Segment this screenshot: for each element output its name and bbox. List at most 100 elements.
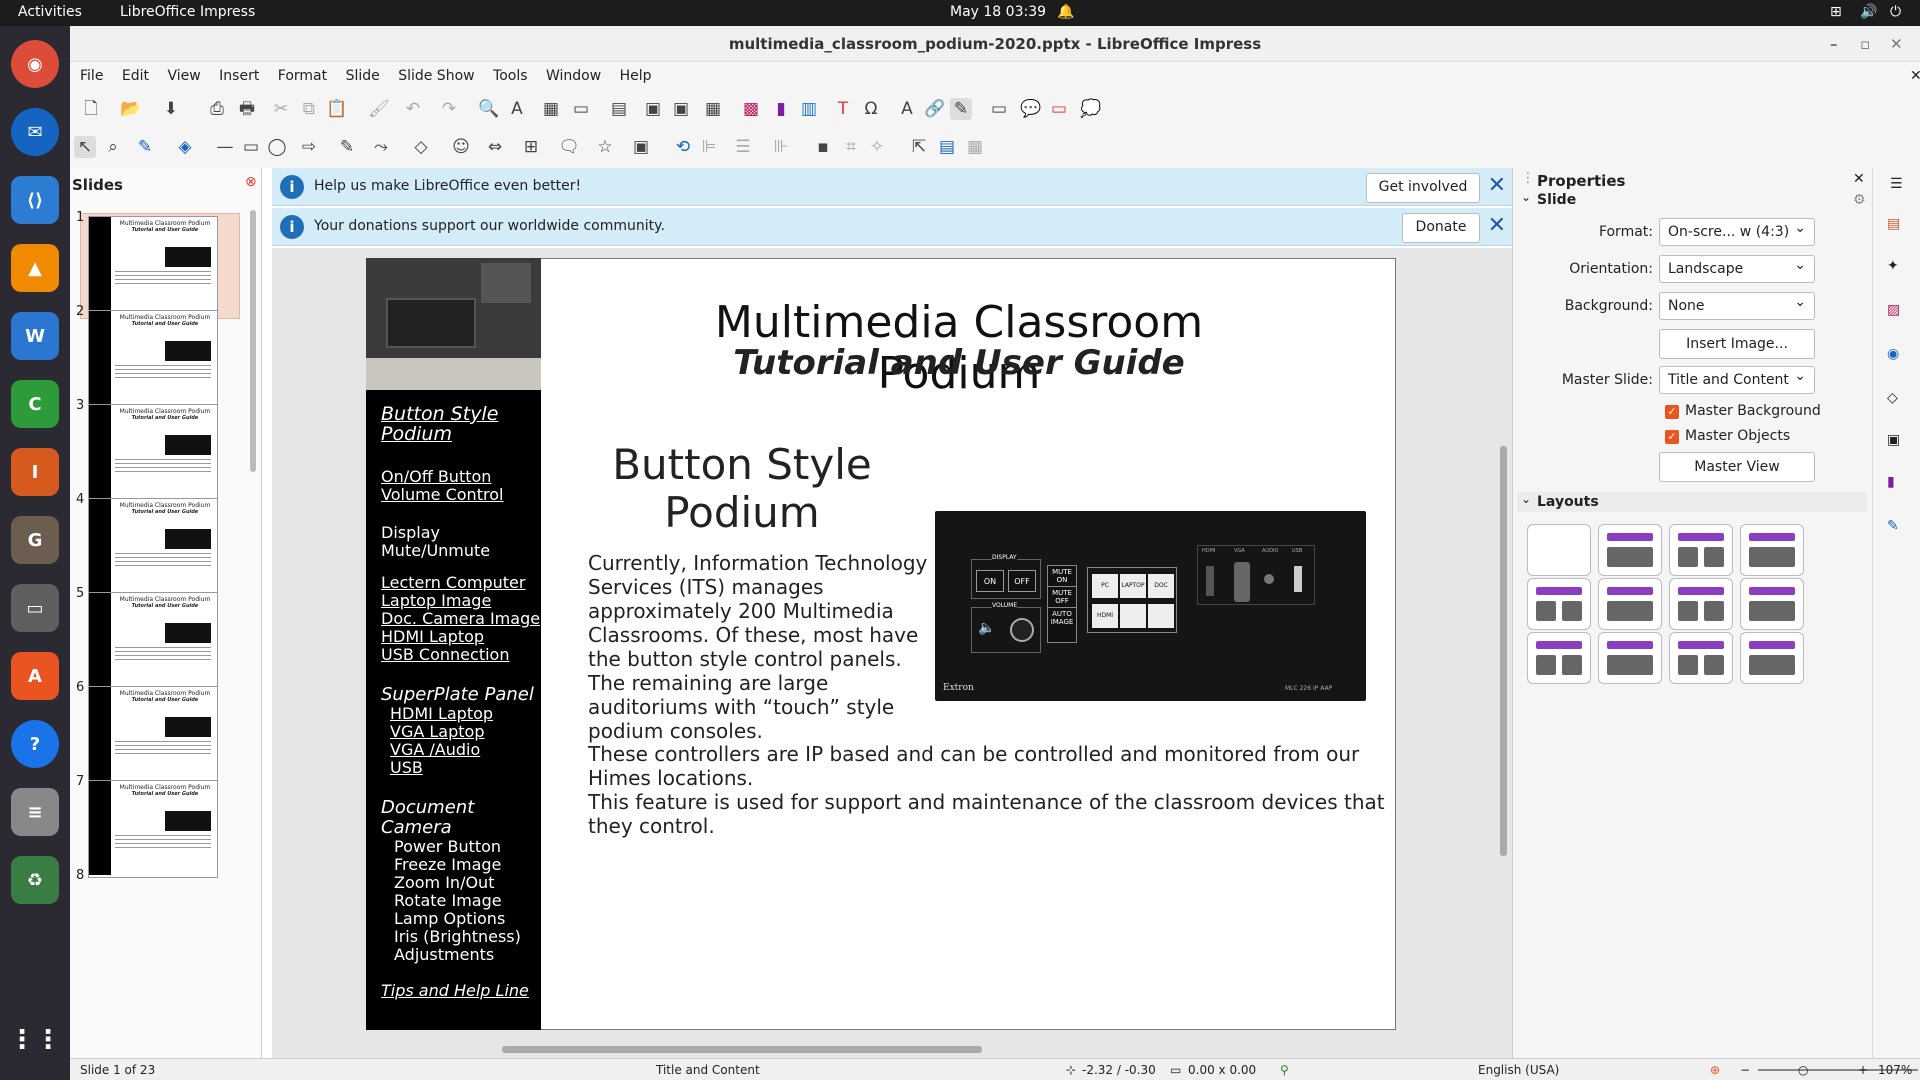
cut-icon[interactable]: ✂ bbox=[270, 98, 292, 120]
layouts-header[interactable]: ⌄ Layouts bbox=[1517, 492, 1867, 512]
activities-button[interactable]: Activities bbox=[18, 4, 82, 20]
find-replace-icon[interactable]: 🔍 bbox=[478, 98, 500, 120]
minimize-icon[interactable]: – bbox=[1830, 26, 1838, 62]
background-dropdown[interactable]: None bbox=[1659, 289, 1815, 320]
nav-laptop-image[interactable]: Laptop Image bbox=[381, 592, 491, 610]
basic-shapes-icon[interactable]: ◇ bbox=[410, 136, 432, 158]
start-current-icon[interactable]: ▣ bbox=[670, 98, 692, 120]
delete-comment-icon[interactable]: ▭ bbox=[1048, 98, 1070, 120]
close-infobar-icon[interactable]: ✕ bbox=[1488, 174, 1506, 198]
shadow-icon[interactable]: ▪ bbox=[812, 136, 834, 158]
symbol-shapes-icon[interactable]: ☺ bbox=[450, 136, 472, 158]
app-grid-icon[interactable]: ⋮⋮ bbox=[9, 1016, 61, 1064]
media-icon[interactable]: ▮ bbox=[770, 98, 792, 120]
layout-option[interactable] bbox=[1669, 578, 1733, 630]
slide-heading[interactable]: Button Style Podium bbox=[577, 441, 907, 537]
close-icon[interactable]: ✕ bbox=[1890, 26, 1903, 62]
calc-icon[interactable]: C bbox=[11, 380, 59, 428]
zoom-level[interactable]: 107% bbox=[1878, 1063, 1912, 1077]
toggle-extrusion-icon[interactable]: ▤ bbox=[936, 136, 958, 158]
sidebar-menu-icon[interactable]: ☰ bbox=[1890, 176, 1903, 192]
slide-thumbnail[interactable]: Multimedia Classroom Podium Tutorial and … bbox=[88, 592, 218, 690]
insert-image-button[interactable]: Insert Image... bbox=[1659, 329, 1815, 359]
shapes-icon[interactable]: ▭ bbox=[988, 98, 1010, 120]
network-icon[interactable]: ⊞ bbox=[1830, 4, 1842, 20]
draw-function-icon[interactable]: ✎ bbox=[950, 98, 972, 120]
grip-icon[interactable]: ⋮ bbox=[1521, 170, 1535, 186]
lines-arrows-icon[interactable]: ⇨ bbox=[298, 136, 320, 158]
flowchart-icon[interactable]: ⊞ bbox=[520, 136, 542, 158]
files-icon[interactable]: ▭ bbox=[11, 584, 59, 632]
line-icon[interactable]: — bbox=[214, 136, 236, 158]
nav-sp-vga[interactable]: VGA Laptop bbox=[390, 723, 484, 741]
master-view-button[interactable]: Master View bbox=[1659, 452, 1815, 482]
curves-icon[interactable]: ✎ bbox=[336, 136, 358, 158]
layout-option[interactable] bbox=[1740, 524, 1804, 576]
nav-onoff[interactable]: On/Off Button bbox=[381, 468, 491, 486]
menu-slideshow[interactable]: Slide Show bbox=[398, 68, 474, 84]
nav-sp-vga-audio[interactable]: VGA /Audio bbox=[390, 741, 480, 759]
menu-format[interactable]: Format bbox=[278, 68, 327, 84]
comment-icon[interactable]: 💬 bbox=[1020, 98, 1042, 120]
spelling-icon[interactable]: A bbox=[506, 98, 528, 120]
export-pdf-icon[interactable]: ⎙ bbox=[206, 98, 228, 120]
layout-option[interactable] bbox=[1527, 632, 1591, 684]
close-document-icon[interactable]: ✕ bbox=[1910, 62, 1920, 90]
arrange-icon[interactable]: ☰ bbox=[732, 136, 754, 158]
menu-help[interactable]: Help bbox=[620, 68, 652, 84]
table-icon[interactable]: ▦ bbox=[702, 98, 724, 120]
filter-icon[interactable]: ✧ bbox=[866, 136, 888, 158]
collapse-slide-icon[interactable]: ⌄ bbox=[1521, 190, 1531, 204]
nav-tips[interactable]: Tips and Help Line bbox=[381, 982, 529, 1000]
slide-thumbnail[interactable]: Multimedia Classroom Podium Tutorial and … bbox=[88, 216, 218, 314]
writer-icon[interactable]: W bbox=[11, 312, 59, 360]
menu-edit[interactable]: Edit bbox=[122, 68, 149, 84]
glue-points-icon[interactable]: ▦ bbox=[964, 136, 986, 158]
paste-icon[interactable]: 📋 bbox=[326, 98, 348, 120]
slide-body-text[interactable]: Currently, Information Technology Servic… bbox=[588, 551, 928, 743]
layout-option[interactable] bbox=[1527, 578, 1591, 630]
properties-tab-icon[interactable]: ▤ bbox=[1887, 216, 1900, 232]
slide-thumbnail[interactable]: Multimedia Classroom Podium Tutorial and … bbox=[88, 686, 218, 784]
control-panel-image[interactable]: DISPLAY ON OFF VOLUME 🔈 MUTE ON MUTE OFF… bbox=[935, 511, 1366, 701]
display-views-icon[interactable]: ▭ bbox=[570, 98, 592, 120]
nav-usb-connection[interactable]: USB Connection bbox=[381, 646, 509, 664]
master-slide-dropdown[interactable]: Title and Content bbox=[1659, 363, 1815, 394]
chrome-icon[interactable]: ◉ bbox=[11, 40, 59, 88]
image-icon[interactable]: ▩ bbox=[740, 98, 762, 120]
align-objects-icon[interactable]: ⊫ bbox=[698, 136, 720, 158]
save-icon[interactable]: ⬇ bbox=[160, 98, 182, 120]
fit-slide-icon[interactable]: ⊕ bbox=[1710, 1063, 1720, 1077]
start-first-icon[interactable]: ▣ bbox=[642, 98, 664, 120]
layout-option[interactable] bbox=[1669, 524, 1733, 576]
zoom-in-icon[interactable]: + bbox=[1858, 1063, 1868, 1077]
connectors-icon[interactable]: ⤳ bbox=[370, 136, 392, 158]
slide-thumbnail[interactable]: Multimedia Classroom Podium Tutorial and … bbox=[88, 780, 218, 878]
clone-icon[interactable]: 🖌 bbox=[368, 98, 390, 120]
crop-icon[interactable]: ⌗ bbox=[840, 136, 862, 158]
nav-sp-usb[interactable]: USB bbox=[390, 759, 423, 777]
layout-option[interactable] bbox=[1598, 632, 1662, 684]
layout-option[interactable] bbox=[1527, 524, 1591, 576]
podium-photo[interactable] bbox=[366, 258, 541, 390]
menu-tools[interactable]: Tools bbox=[493, 68, 528, 84]
stars-icon[interactable]: ☆ bbox=[594, 136, 616, 158]
slide-subtitle[interactable]: Tutorial and User Guide bbox=[669, 343, 1249, 383]
copy-icon[interactable]: ⧉ bbox=[298, 98, 320, 120]
points-icon[interactable]: ⇱ bbox=[908, 136, 930, 158]
menu-file[interactable]: File bbox=[80, 68, 103, 84]
nav-hdmi-laptop[interactable]: HDMI Laptop bbox=[381, 628, 484, 646]
chart-icon[interactable]: ▥ bbox=[798, 98, 820, 120]
distribute-icon[interactable]: ⊪ bbox=[770, 136, 792, 158]
horizontal-scrollbar[interactable] bbox=[502, 1046, 982, 1053]
animation-tab-icon[interactable]: ▨ bbox=[1887, 302, 1900, 318]
language[interactable]: English (USA) bbox=[1478, 1063, 1559, 1077]
zoom-pan-icon[interactable]: ⌕ bbox=[102, 136, 124, 158]
callouts-icon[interactable]: 🗨 bbox=[558, 136, 580, 158]
zoom-out-icon[interactable]: − bbox=[1740, 1063, 1750, 1077]
format-dropdown[interactable]: On-scre... w (4:3) bbox=[1659, 215, 1815, 246]
special-char-icon[interactable]: Ω bbox=[860, 98, 882, 120]
styles-tab-icon[interactable]: ◇ bbox=[1887, 390, 1898, 406]
more-options-icon[interactable]: ⚙ bbox=[1853, 192, 1866, 208]
print-icon[interactable]: 🖶 bbox=[236, 98, 258, 120]
